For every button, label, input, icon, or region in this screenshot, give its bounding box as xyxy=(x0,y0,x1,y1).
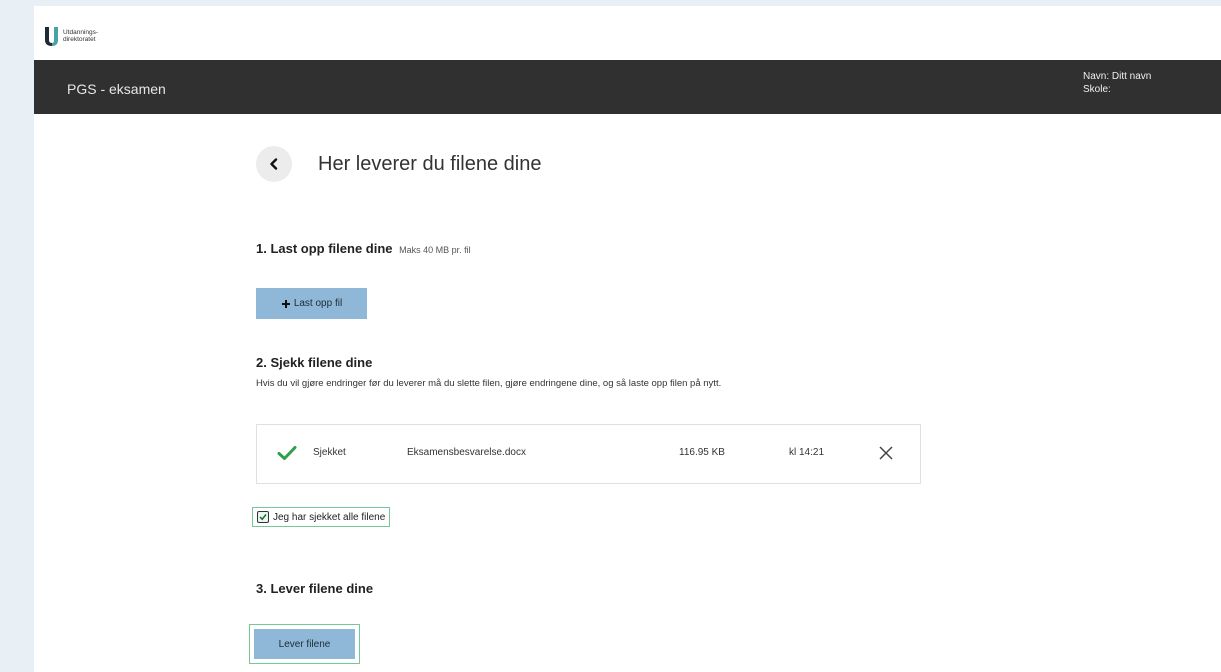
plus-icon xyxy=(281,299,290,308)
file-size: 116.95 KB xyxy=(679,447,725,458)
file-time: kl 14:21 xyxy=(789,447,825,458)
checkbox-box[interactable] xyxy=(257,511,269,523)
page: Utdannings- direktoratet PGS - eksamen N… xyxy=(34,6,1221,672)
logo-line-2: direktoratet xyxy=(63,36,96,43)
submit-focus-ring: Lever filene xyxy=(249,624,360,664)
file-row: Sjekket Eksamensbesvarelse.docx 116.95 K… xyxy=(256,424,921,484)
confirm-checked-checkbox[interactable]: Jeg har sjekket alle filene xyxy=(252,507,391,527)
logo-bar: Utdannings- direktoratet xyxy=(34,6,1221,60)
file-size-hint: Maks 40 MB pr. fil xyxy=(399,245,471,255)
file-name: Eksamensbesvarelse.docx xyxy=(407,447,526,458)
main-content: Her leverer du filene dine 1. Last opp f… xyxy=(249,144,956,664)
step3-heading: 3. Lever filene dine xyxy=(256,581,374,596)
step1-heading: 1. Last opp filene dine Maks 40 MB pr. f… xyxy=(256,241,471,256)
name-value: Ditt navn xyxy=(1111,71,1152,82)
logo-text: Utdannings- direktoratet xyxy=(63,29,123,43)
udir-logo-icon xyxy=(45,27,58,46)
app-title: PGS - eksamen xyxy=(67,81,166,97)
upload-file-button[interactable]: Last opp fil xyxy=(256,288,367,319)
delete-file-button[interactable] xyxy=(879,446,893,463)
user-info: Navn: Ditt navn Skole: xyxy=(1083,70,1151,96)
confirm-label: Jeg har sjekket alle filene xyxy=(273,511,386,523)
page-header: Her leverer du filene dine xyxy=(256,144,956,184)
close-icon xyxy=(879,446,893,460)
submit-files-button[interactable]: Lever filene xyxy=(254,629,355,659)
name-label: Navn: xyxy=(1083,71,1110,82)
top-navigation: PGS - eksamen Navn: Ditt navn Skole: xyxy=(34,60,1221,114)
file-status: Sjekket xyxy=(313,447,346,458)
logo-line-1: Utdannings- xyxy=(63,29,99,36)
step2-heading: 2. Sjekk filene dine xyxy=(256,355,373,370)
back-button[interactable] xyxy=(256,146,292,182)
school-label: Skole: xyxy=(1083,84,1111,95)
chevron-left-icon xyxy=(270,158,278,170)
step1-title: 1. Last opp filene dine xyxy=(256,241,393,256)
checkbox-check-icon xyxy=(259,514,267,521)
step2-description: Hvis du vil gjøre endringer før du lever… xyxy=(256,378,722,389)
udir-logo: Utdannings- direktoratet xyxy=(44,26,123,46)
upload-file-label: Last opp fil xyxy=(293,298,343,309)
checkmark-icon xyxy=(277,446,297,460)
page-title: Her leverer du filene dine xyxy=(318,152,542,175)
